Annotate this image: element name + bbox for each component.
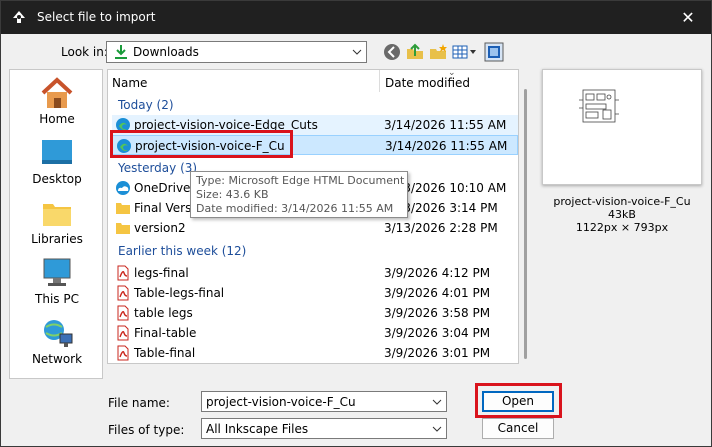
place-desktop[interactable]: Desktop — [10, 136, 104, 194]
new-folder-icon[interactable] — [428, 42, 448, 62]
file-row[interactable]: legs-final 3/9/2026 4:12 PM — [112, 263, 518, 283]
home-icon — [41, 77, 73, 108]
open-button-highlight — [475, 383, 562, 418]
pdf-icon — [117, 305, 129, 321]
chevron-down-icon — [352, 49, 362, 55]
group-header-today[interactable]: Today (2) — [118, 98, 174, 112]
close-button[interactable]: ✕ — [665, 1, 711, 34]
group-header-yesterday[interactable]: Yesterday (3) — [118, 161, 197, 175]
file-date: 3/14/2026 11:55 AM — [384, 118, 507, 132]
place-label-home: Home — [39, 112, 75, 126]
cancel-button[interactable]: Cancel — [482, 418, 554, 439]
file-list-scrollbar[interactable] — [521, 89, 529, 359]
libraries-icon — [43, 204, 71, 226]
tooltip-modified: Date modified: 3/14/2026 11:55 AM — [196, 202, 394, 215]
file-import-dialog: Select file to import ✕ Look in: Downloa… — [0, 0, 712, 447]
place-network[interactable]: Network — [10, 316, 104, 374]
selected-file-highlight — [110, 130, 293, 158]
look-in-combo[interactable]: Downloads — [106, 41, 367, 63]
file-type-value: All Inkscape Files — [206, 422, 309, 436]
file-type-select[interactable]: All Inkscape Files — [201, 418, 447, 439]
file-name: Table-final — [134, 346, 196, 360]
file-date: 3/9/2026 4:12 PM — [384, 266, 491, 280]
file-date: 3/9/2026 3:04 PM — [384, 326, 491, 340]
file-row[interactable]: Table-final 3/9/2026 3:01 PM — [112, 343, 518, 363]
preview-toggle-icon[interactable] — [484, 42, 504, 62]
tooltip-size: Size: 43.6 KB — [196, 188, 269, 201]
file-name-label: File name: — [108, 396, 170, 410]
file-name: Final-table — [134, 326, 197, 340]
file-date: 3/9/2026 4:01 PM — [384, 286, 491, 300]
preview-thumbnail — [579, 89, 619, 123]
pdf-icon — [117, 345, 129, 361]
preview-file-size: 43kB — [608, 208, 636, 221]
preview-file-name: project-vision-voice-F_Cu — [553, 195, 691, 208]
preview-info: project-vision-voice-F_Cu 43kB 1122px × … — [542, 195, 702, 234]
file-preview — [542, 69, 702, 185]
computer-icon — [43, 258, 71, 286]
place-label-libraries: Libraries — [31, 232, 83, 246]
download-icon — [115, 45, 127, 59]
up-folder-icon[interactable] — [405, 42, 425, 62]
file-name: version2 — [134, 221, 186, 235]
view-menu-icon[interactable] — [451, 42, 479, 62]
onedrive-icon — [116, 181, 130, 195]
pdf-icon — [117, 285, 129, 301]
file-name: table legs — [134, 306, 193, 320]
file-name: legs-final — [134, 266, 189, 280]
chevron-down-icon — [432, 426, 442, 432]
file-date: 3/14/2026 11:55 AM — [385, 139, 508, 153]
column-header-date-modified[interactable]: Date modified — [385, 76, 470, 90]
file-row[interactable]: Final-table 3/9/2026 3:04 PM — [112, 323, 518, 343]
scrollbar-thumb[interactable] — [524, 89, 527, 359]
inkscape-icon — [13, 11, 25, 23]
desktop-icon — [42, 140, 72, 164]
places-sidebar: Home Desktop Libraries This PC Network — [9, 69, 103, 379]
place-label-desktop: Desktop — [32, 172, 82, 186]
group-header-earlier-this-week[interactable]: Earlier this week (12) — [118, 244, 246, 258]
file-row[interactable]: table legs 3/9/2026 3:58 PM — [112, 303, 518, 323]
preview-dimensions: 1122px × 793px — [575, 221, 669, 234]
place-label-this-pc: This PC — [35, 292, 79, 306]
file-type-label: Files of type: — [108, 423, 185, 437]
look-in-label: Look in: — [61, 45, 108, 59]
network-icon — [44, 320, 73, 347]
file-row[interactable]: Table-legs-final 3/9/2026 4:01 PM — [112, 283, 518, 303]
file-date: 3/9/2026 3:58 PM — [384, 306, 491, 320]
folder-icon — [116, 223, 130, 234]
file-name-value: project-vision-voice-F_Cu — [206, 395, 356, 409]
file-row[interactable]: version2 3/13/2026 2:28 PM — [112, 218, 518, 238]
pdf-icon — [117, 325, 129, 341]
place-home[interactable]: Home — [10, 76, 104, 134]
look-in-value: Downloads — [133, 45, 199, 59]
title-bar: Select file to import ✕ — [1, 1, 711, 34]
back-icon[interactable] — [382, 42, 402, 62]
place-libraries[interactable]: Libraries — [10, 196, 104, 254]
window-title: Select file to import — [37, 10, 156, 24]
file-date: 3/13/2026 2:28 PM — [384, 221, 498, 235]
chevron-down-icon[interactable] — [432, 397, 442, 407]
column-header-name[interactable]: Name — [112, 76, 147, 90]
place-this-pc[interactable]: This PC — [10, 256, 104, 314]
file-name: OneDrive - — [134, 181, 199, 195]
tooltip-type: Type: Microsoft Edge HTML Document — [196, 174, 405, 187]
file-name-input[interactable]: project-vision-voice-F_Cu — [201, 391, 447, 412]
file-date: 3/9/2026 3:01 PM — [384, 346, 491, 360]
file-name: Table-legs-final — [134, 286, 225, 300]
folder-icon — [116, 203, 130, 214]
file-info-tooltip: Type: Microsoft Edge HTML Document Size:… — [190, 171, 408, 218]
pdf-icon — [117, 265, 129, 281]
place-label-network: Network — [31, 352, 83, 366]
column-divider[interactable] — [379, 70, 380, 92]
